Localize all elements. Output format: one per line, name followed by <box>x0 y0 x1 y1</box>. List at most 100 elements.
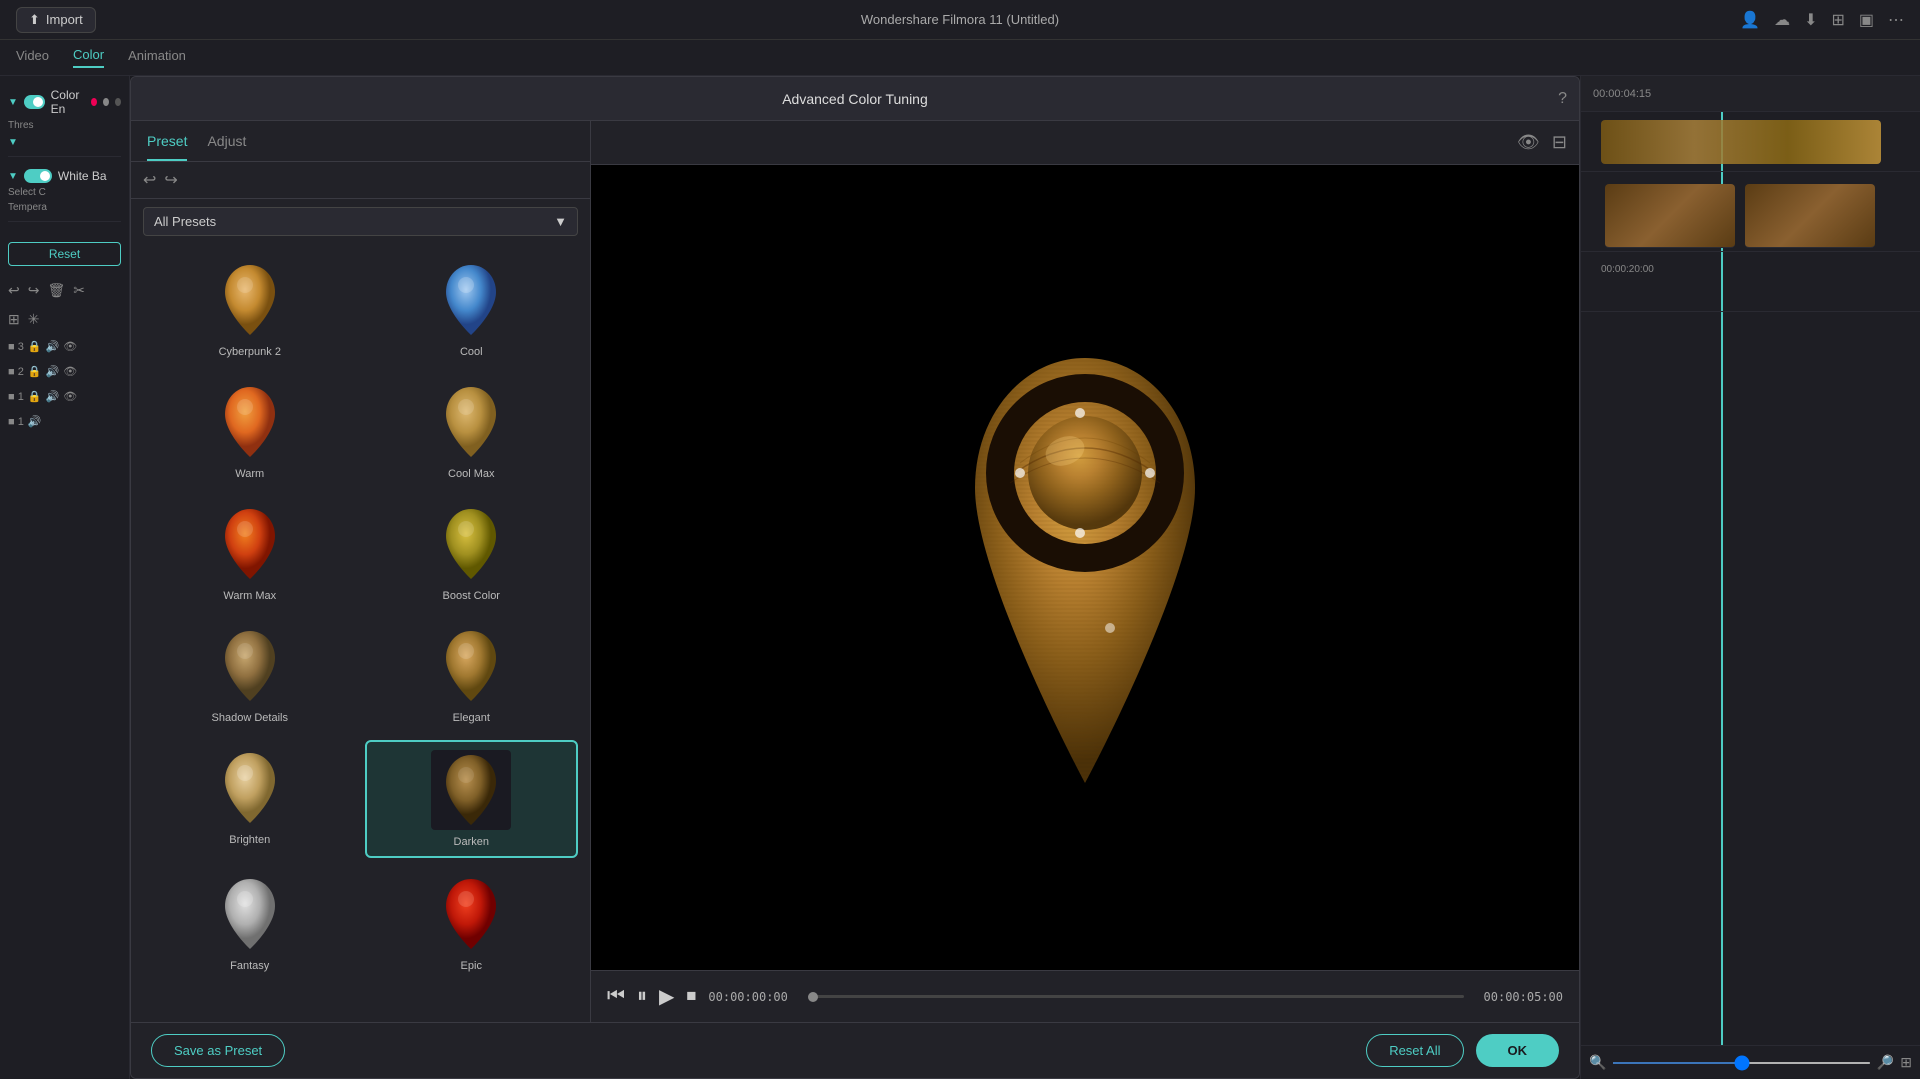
ok-button[interactable]: OK <box>1476 1034 1560 1067</box>
preset-fantasy[interactable]: Fantasy <box>143 866 357 980</box>
preset-elegant-thumbnail <box>431 626 511 706</box>
delete-icon[interactable]: 🗑 <box>47 282 65 299</box>
gray-dot1 <box>103 98 109 106</box>
track-3-lock[interactable]: 🔒 <box>28 340 42 353</box>
playback-thumb[interactable] <box>808 992 818 1002</box>
track-1a-eye[interactable]: 👁 <box>63 390 77 403</box>
add-track-icon[interactable]: ⊞ <box>8 311 20 328</box>
track-2-lock[interactable]: 🔒 <box>28 365 42 378</box>
white-balance-section: ▼ White Ba Select C Tempera <box>8 169 121 222</box>
preset-shadowdetails[interactable]: Shadow Details <box>143 618 357 732</box>
preset-cyberpunk2-thumbnail <box>210 260 290 340</box>
preset-warm[interactable]: Warm <box>143 374 357 488</box>
preset-elegant[interactable]: Elegant <box>365 618 579 732</box>
timeline-time2: 00:00:20:00 <box>1601 264 1654 275</box>
time-current: 00:00:00:00 <box>708 990 787 1004</box>
track-1a-label: ■ 1 <box>8 391 24 403</box>
timeline-track-3: 00:00:20:00 <box>1581 252 1920 312</box>
import-button[interactable]: ⬆ Import <box>16 7 96 33</box>
preview-area: 👁 ⊟ <box>591 121 1579 1022</box>
tab-preset[interactable]: Preset <box>147 133 187 161</box>
more-icon[interactable]: ⋯ <box>1888 10 1904 30</box>
preview-toolbar: 👁 ⊟ <box>591 121 1579 165</box>
expand-icon3[interactable]: ▼ <box>8 171 18 182</box>
expand-icon[interactable]: ▼ <box>8 97 18 108</box>
red-dot <box>91 98 97 106</box>
fit-icon[interactable]: ⊞ <box>1900 1054 1912 1071</box>
split-icon[interactable]: ✂ <box>73 282 85 299</box>
track-thumb-2b[interactable] <box>1745 184 1875 248</box>
dialog-header: Advanced Color Tuning ? <box>131 77 1579 121</box>
settings-icon[interactable]: ⊞ <box>1831 10 1844 30</box>
right-controls: 🔍 🔎 ⊞ <box>1581 1045 1920 1079</box>
reset-all-button[interactable]: Reset All <box>1366 1034 1463 1067</box>
play-fwd-button[interactable]: ▶ <box>659 984 674 1009</box>
preset-grid: Cyberpunk 2 <box>131 244 590 1022</box>
layout-icon[interactable]: ▣ <box>1859 10 1874 30</box>
track-3: ■ 3 🔒 🔊 👁 <box>8 340 121 353</box>
app-title: Wondershare Filmora 11 (Untitled) <box>861 12 1059 27</box>
user-icon[interactable]: 👤 <box>1740 10 1760 30</box>
preset-darken[interactable]: Darken <box>365 740 579 858</box>
playback-slider[interactable] <box>808 995 1464 998</box>
playback-bar: ⏮ ⏸ ▶ ⏹ 00:00:00:00 00:00:05:00 <box>591 970 1579 1022</box>
close-icon[interactable]: ? <box>1558 90 1567 108</box>
eye-preview-icon[interactable]: 👁 <box>1517 132 1540 153</box>
redo-preset-icon[interactable]: ↪ <box>164 170 177 190</box>
preset-coolmax[interactable]: Cool Max <box>365 374 579 488</box>
track-2-eye[interactable]: 👁 <box>63 365 77 378</box>
track-1a-audio[interactable]: 🔊 <box>46 390 60 403</box>
track-3-eye[interactable]: 👁 <box>63 340 77 353</box>
preset-brighten[interactable]: Brighten <box>143 740 357 858</box>
color-enable-section: ▼ Color En Thres ▼ <box>8 88 121 157</box>
tab-animation[interactable]: Animation <box>128 48 186 67</box>
color-enable-toggle[interactable] <box>24 95 45 109</box>
zoom-slider[interactable] <box>1612 1062 1870 1064</box>
track-3-audio[interactable]: 🔊 <box>46 340 60 353</box>
main-layout: ▼ Color En Thres ▼ ▼ White Ba Select C T… <box>0 76 1920 1079</box>
preset-warmmax[interactable]: Warm Max <box>143 496 357 610</box>
zoom-in-icon[interactable]: 🔎 <box>1877 1054 1894 1071</box>
tab-adjust[interactable]: Adjust <box>207 133 246 161</box>
nav-tabs: Video Color Animation <box>0 40 1920 76</box>
reset-button[interactable]: Reset <box>8 242 121 266</box>
preset-cyberpunk2[interactable]: Cyberpunk 2 <box>143 252 357 366</box>
tab-video[interactable]: Video <box>16 48 49 67</box>
track-2-audio[interactable]: 🔊 <box>46 365 60 378</box>
track-1b-audio[interactable]: 🔊 <box>28 415 42 428</box>
preset-boostcolor[interactable]: Boost Color <box>365 496 579 610</box>
dialog-footer: Save as Preset Reset All OK <box>131 1022 1579 1078</box>
redo-icon[interactable]: ↪ <box>28 282 40 299</box>
white-balance-toggle[interactable] <box>24 169 52 183</box>
track-2-label: ■ 2 <box>8 366 24 378</box>
tool-icons: ⊞ ✳ <box>8 311 121 328</box>
motion-icon[interactable]: ✳ <box>28 311 40 328</box>
preset-dropdown[interactable]: All Presets ▼ <box>143 207 578 236</box>
track-1a-lock[interactable]: 🔒 <box>28 390 42 403</box>
preset-cool[interactable]: Cool <box>365 252 579 366</box>
undo-icon[interactable]: ↩ <box>8 282 20 299</box>
import-label: Import <box>46 12 83 27</box>
zoom-out-icon[interactable]: 🔍 <box>1589 1054 1606 1071</box>
preset-fantasy-thumbnail <box>210 874 290 954</box>
expand-icon2[interactable]: ▼ <box>8 137 18 148</box>
play-button[interactable]: ⏸ <box>637 985 647 1008</box>
prev-frame-button[interactable]: ⏮ <box>607 985 625 1008</box>
color-enable-row: ▼ Color En <box>8 88 121 116</box>
timeline-area: 00:00:20:00 <box>1581 112 1920 1045</box>
color-enable-label: Color En <box>51 88 86 116</box>
timeline-clip-map[interactable] <box>1601 120 1881 164</box>
preset-epic[interactable]: Epic <box>365 866 579 980</box>
preset-warm-label: Warm <box>235 468 264 480</box>
tab-color[interactable]: Color <box>73 47 104 68</box>
undo-preset-icon[interactable]: ↩ <box>143 170 156 190</box>
top-bar: ⬆ Import Wondershare Filmora 11 (Untitle… <box>0 0 1920 40</box>
stop-button[interactable]: ⏹ <box>686 985 696 1008</box>
split-preview-icon[interactable]: ⊟ <box>1552 132 1567 153</box>
preset-panel: Preset Adjust ↩ ↪ All Presets ▼ <box>131 121 591 1022</box>
save-preset-button[interactable]: Save as Preset <box>151 1034 285 1067</box>
track-thumb-2[interactable] <box>1605 184 1735 248</box>
cloud-icon[interactable]: ☁ <box>1774 10 1790 30</box>
timeline-track-2 <box>1581 172 1920 252</box>
download-icon[interactable]: ⬇ <box>1804 10 1817 30</box>
